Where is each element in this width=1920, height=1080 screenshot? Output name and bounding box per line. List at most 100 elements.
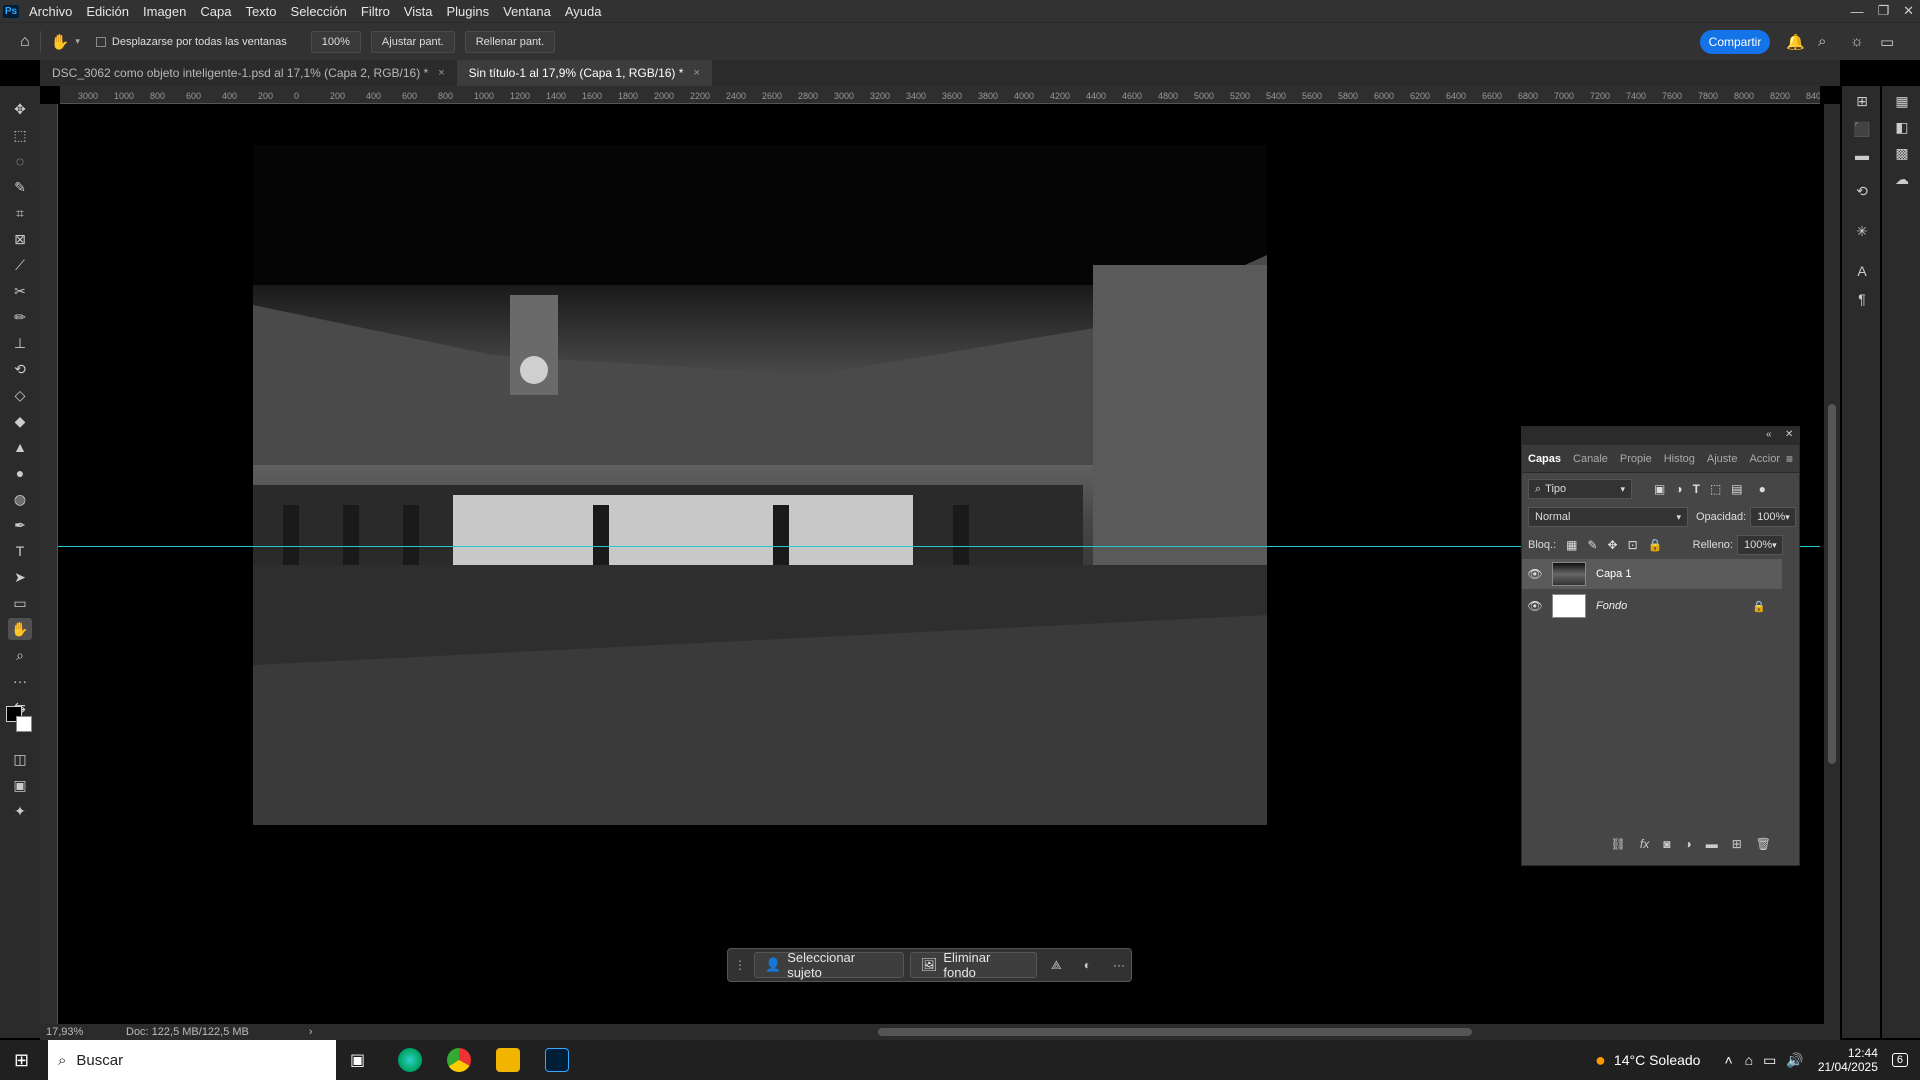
lock-artboard-icon[interactable]: ⊡ <box>1628 538 1638 552</box>
remove-background-button[interactable]: 🖼 Eliminar fondo <box>909 950 1038 980</box>
menu-seleccion[interactable]: Selección <box>284 4 354 19</box>
zoom-readout[interactable]: 17,93% <box>46 1026 116 1038</box>
frame-tool-icon[interactable]: ⊠ <box>8 228 32 250</box>
generative-icon[interactable]: ✦ <box>8 800 32 822</box>
delete-layer-icon[interactable]: 🗑 <box>1756 837 1771 851</box>
panel-header[interactable]: « ✕ <box>1522 427 1799 445</box>
drag-handle-icon[interactable]: ⋮ <box>734 958 746 972</box>
chrome-icon[interactable] <box>447 1048 471 1072</box>
lock-all-icon[interactable]: 🔒 <box>1648 538 1663 552</box>
taskbar-search[interactable]: ⌕ Buscar <box>48 1040 336 1080</box>
lightbulb-icon[interactable]: ☼ <box>1850 33 1864 50</box>
layer-name[interactable]: Capa 1 <box>1596 568 1631 580</box>
minimize-icon[interactable]: — <box>1850 4 1863 19</box>
type-filter-icon[interactable]: T <box>1693 482 1700 496</box>
navigator-icon[interactable]: ✳ <box>1853 222 1871 240</box>
lock-position-icon[interactable]: ✥ <box>1608 538 1618 552</box>
search-icon[interactable]: ⌕ <box>1818 33 1826 50</box>
layer-filter-select[interactable]: ⌕ Tipo ▾ <box>1528 479 1632 499</box>
brush-tool-icon[interactable]: ✏ <box>8 306 32 328</box>
link-layers-icon[interactable]: ⛓ <box>1611 837 1626 851</box>
tab-histograma[interactable]: Histog <box>1658 453 1701 465</box>
adjustment-filter-icon[interactable]: ◑ <box>1675 482 1682 496</box>
adjustment-layer-icon[interactable]: ◑ <box>1684 837 1691 851</box>
layer-row-fondo[interactable]: 👁 Fondo 🔒 <box>1522 591 1782 621</box>
pixel-filter-icon[interactable]: ▣ <box>1654 482 1665 496</box>
status-chevron-icon[interactable]: › <box>309 1026 313 1038</box>
volume-icon[interactable]: 🔊 <box>1786 1052 1803 1069</box>
fit-screen-button[interactable]: Ajustar pant. <box>370 30 455 53</box>
fill-input[interactable]: 100% ▾ <box>1736 535 1783 555</box>
background-color-swatch[interactable] <box>16 716 32 732</box>
panel-menu-icon[interactable]: ≡ <box>1786 452 1793 466</box>
filter-toggle-icon[interactable]: ● <box>1759 482 1766 496</box>
menu-ayuda[interactable]: Ayuda <box>558 4 609 19</box>
bucket-tool-icon[interactable]: ◆ <box>8 410 32 432</box>
swatches-icon[interactable]: ▦ <box>1893 92 1911 110</box>
type-tool-icon[interactable]: T <box>8 540 32 562</box>
menu-vista[interactable]: Vista <box>397 4 440 19</box>
close-tab-icon[interactable]: × <box>693 67 699 79</box>
tab-acciones[interactable]: Accior <box>1743 453 1786 465</box>
history-icon[interactable]: ⟲ <box>1853 182 1871 200</box>
menu-imagen[interactable]: Imagen <box>136 4 193 19</box>
menu-archivo[interactable]: Archivo <box>22 4 79 19</box>
collapse-icon[interactable]: « <box>1766 429 1772 440</box>
new-layer-icon[interactable]: ⊞ <box>1732 837 1742 851</box>
visibility-eye-icon[interactable]: 👁 <box>1522 567 1548 581</box>
healing-tool-icon[interactable]: ✂ <box>8 280 32 302</box>
weather-icon[interactable]: ● <box>1595 1050 1606 1071</box>
close-icon[interactable]: ✕ <box>1903 3 1914 19</box>
patterns-icon[interactable]: ▩ <box>1893 144 1911 162</box>
file-explorer-icon[interactable] <box>496 1048 520 1072</box>
tab-canales[interactable]: Canale <box>1567 453 1614 465</box>
select-subject-button[interactable]: 👤 Seleccionar sujeto <box>754 950 904 980</box>
brush-settings-icon[interactable]: ⬛ <box>1853 120 1871 138</box>
pen-tool-icon[interactable]: ✒ <box>8 514 32 536</box>
visibility-eye-icon[interactable]: 👁 <box>1522 599 1548 613</box>
chevron-down-icon[interactable]: ▾ <box>75 36 80 47</box>
horizontal-ruler[interactable]: 3000 1000 800 600 400 200 0 200 400 600 800 1000 120… <box>60 86 1820 104</box>
eraser-tool-icon[interactable]: ◇ <box>8 384 32 406</box>
network-icon[interactable]: ⌂ <box>1745 1052 1753 1068</box>
display-icon[interactable]: ▭ <box>1763 1052 1776 1069</box>
tab-ajustes[interactable]: Ajuste <box>1701 453 1744 465</box>
workspace-icon[interactable]: ▭ <box>1880 33 1894 51</box>
menu-plugins[interactable]: Plugins <box>439 4 496 19</box>
task-view-icon[interactable]: ▣ <box>350 1050 365 1070</box>
fill-screen-button[interactable]: Rellenar pant. <box>464 30 556 53</box>
shape-filter-icon[interactable]: ⬚ <box>1710 482 1721 496</box>
tab-dsc3062[interactable]: DSC_3062 como objeto inteligente-1.psd a… <box>40 60 457 86</box>
more-options-icon[interactable]: ··· <box>1113 958 1125 972</box>
character-icon[interactable]: A <box>1853 262 1871 280</box>
vertical-ruler[interactable] <box>40 104 58 1024</box>
quick-mask-icon[interactable]: ◫ <box>8 748 32 770</box>
smart-object-filter-icon[interactable]: ▤ <box>1731 482 1742 496</box>
bell-icon[interactable]: 🔔 <box>1786 33 1805 51</box>
history-brush-icon[interactable]: ⟲ <box>8 358 32 380</box>
rectangle-tool-icon[interactable]: ▭ <box>8 592 32 614</box>
layer-name[interactable]: Fondo <box>1596 600 1627 612</box>
restore-icon[interactable]: ❐ <box>1877 3 1889 19</box>
menu-ventana[interactable]: Ventana <box>496 4 558 19</box>
scroll-all-checkbox[interactable] <box>95 36 106 47</box>
dodge-tool-icon[interactable]: ● <box>8 462 32 484</box>
zoom-100-button[interactable]: 100% <box>310 30 361 53</box>
tab-sin-titulo[interactable]: Sin título-1 al 17,9% (Capa 1, RGB/16) *… <box>456 60 712 86</box>
notifications-badge[interactable]: 6 <box>1891 1053 1908 1067</box>
vertical-scrollbar[interactable] <box>1824 104 1840 1024</box>
zoom-tool-icon[interactable]: ⌕ <box>8 644 32 666</box>
vertical-scroll-thumb[interactable] <box>1828 404 1836 764</box>
color-icon[interactable]: ◧ <box>1893 118 1911 136</box>
blur-tool-icon[interactable]: ▲ <box>8 436 32 458</box>
stamp-tool-icon[interactable]: ⊥ <box>8 332 32 354</box>
share-button[interactable]: Compartir <box>1700 30 1770 54</box>
close-panel-icon[interactable]: ✕ <box>1785 429 1793 440</box>
photoshop-taskbar-icon[interactable] <box>545 1048 569 1072</box>
tab-propiedades[interactable]: Propie <box>1614 453 1658 465</box>
menu-filtro[interactable]: Filtro <box>354 4 397 19</box>
libraries-icon[interactable]: ⊞ <box>1853 92 1871 110</box>
transform-icon[interactable]: ⟁ <box>1051 958 1062 973</box>
blend-mode-select[interactable]: Normal ▾ <box>1528 507 1688 527</box>
new-group-icon[interactable]: ▬ <box>1706 837 1718 851</box>
